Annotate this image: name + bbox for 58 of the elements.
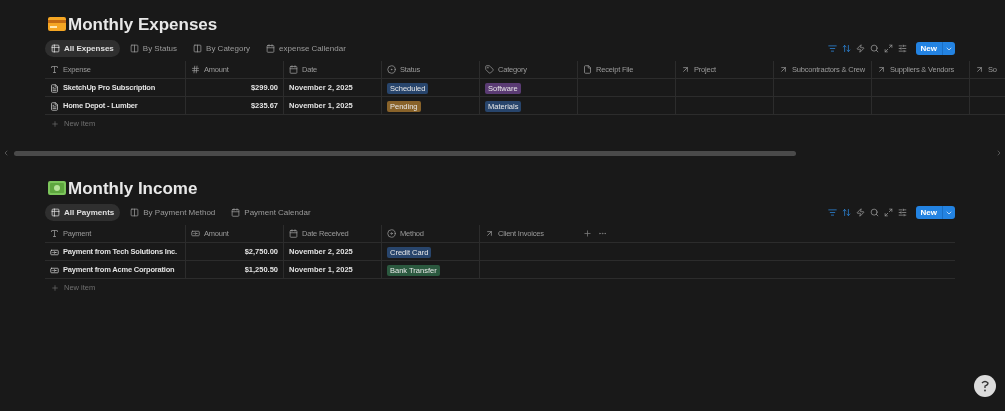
credit-card-icon — [48, 17, 66, 31]
banknote-icon — [50, 265, 59, 275]
scrollbar[interactable] — [14, 150, 796, 156]
expand-button[interactable] — [883, 44, 893, 53]
settings-button[interactable] — [897, 44, 907, 53]
lightning-button[interactable] — [855, 44, 865, 53]
status-icon — [387, 65, 396, 74]
settings-button[interactable] — [897, 208, 907, 217]
text-type-icon — [50, 65, 59, 74]
arrow-icon — [975, 65, 984, 74]
more-icon[interactable] — [598, 229, 607, 238]
board-icon — [193, 44, 203, 53]
help-icon — [980, 380, 990, 392]
help-button[interactable] — [974, 375, 996, 397]
section-title: Monthly Expenses — [68, 15, 218, 33]
calendar-icon — [289, 65, 298, 74]
banknote-icon — [50, 247, 59, 257]
view-tab[interactable]: By Payment Method — [124, 204, 222, 221]
document-icon — [50, 83, 59, 93]
table-icon — [51, 208, 60, 217]
document-icon — [50, 101, 59, 111]
text-type-icon — [50, 229, 59, 238]
plus-icon — [51, 120, 59, 128]
view-tab[interactable]: expense Callendar — [260, 40, 352, 57]
disc-icon — [387, 229, 396, 238]
filter-button[interactable] — [827, 208, 837, 217]
board-icon — [130, 208, 140, 217]
view-tab[interactable]: By Status — [123, 40, 184, 57]
banknote-icon — [48, 181, 66, 195]
banknote-icon — [191, 229, 200, 238]
board-icon — [129, 44, 139, 53]
hash-icon — [191, 65, 200, 74]
table-icon — [51, 44, 60, 53]
arrow-icon — [681, 65, 690, 74]
file-icon — [583, 65, 592, 74]
scroll-right-icon[interactable] — [995, 149, 1003, 157]
sort-button[interactable] — [841, 208, 851, 217]
view-tab[interactable]: Payment Calendar — [225, 204, 317, 221]
view-tab[interactable]: All Expenses — [45, 40, 120, 57]
add-column-icon[interactable] — [583, 229, 592, 238]
view-tab[interactable]: By Category — [187, 40, 257, 57]
search-button[interactable] — [869, 208, 879, 217]
search-button[interactable] — [869, 44, 879, 53]
arrow-icon — [485, 229, 494, 238]
view-tab[interactable]: All Payments — [45, 204, 121, 221]
lightning-button[interactable] — [855, 208, 865, 217]
arrow-icon — [779, 65, 788, 74]
calendar-icon — [231, 208, 241, 217]
section-title: Monthly Income — [68, 179, 198, 197]
filter-button[interactable] — [827, 44, 837, 53]
scroll-left-icon[interactable] — [2, 149, 10, 157]
sort-button[interactable] — [841, 44, 851, 53]
tag-icon — [485, 65, 494, 74]
arrow-icon — [877, 65, 886, 74]
plus-icon — [51, 284, 59, 292]
calendar-icon — [289, 229, 298, 238]
calendar-icon — [266, 44, 276, 53]
expand-button[interactable] — [883, 208, 893, 217]
